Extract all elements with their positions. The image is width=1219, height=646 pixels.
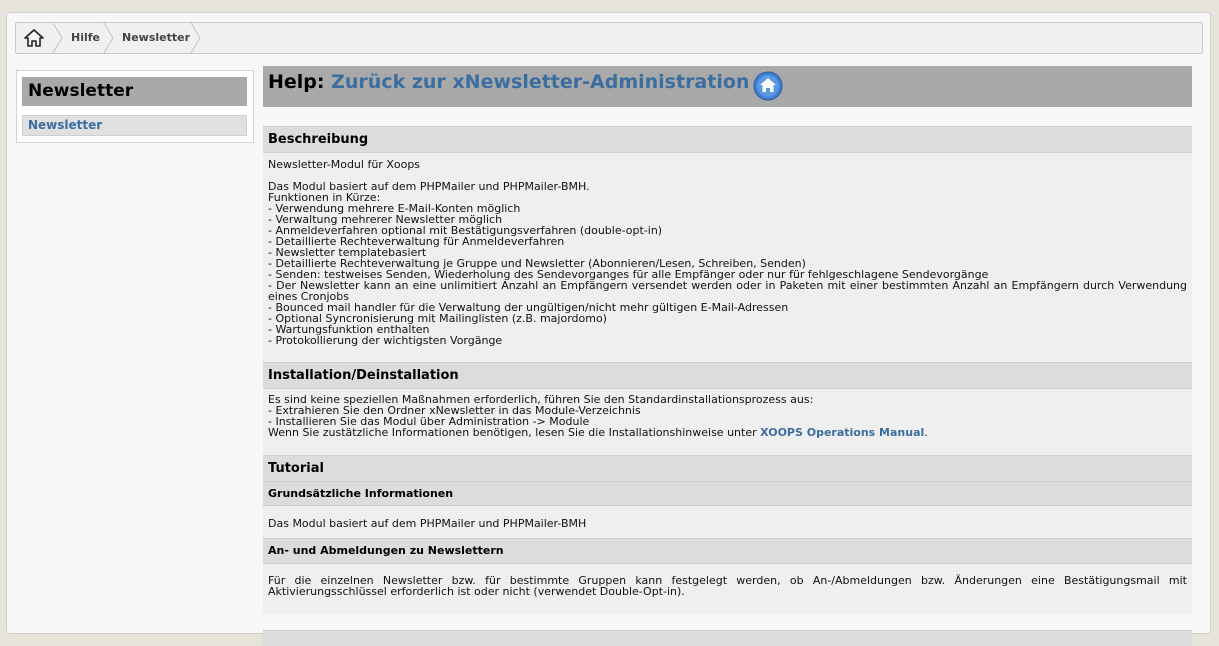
subheading-grundsaetzliche-informationen: Grundsätzliche Informationen [263,481,1192,506]
beschreibung-intro: Newsletter-Modul für Xoops [268,158,421,171]
subheading-an-abmeldungen: An- und Abmeldungen zu Newslettern [263,538,1192,564]
spacer [263,614,1192,630]
text-line: - Protokollierung der wichtigsten Vorgän… [268,334,503,347]
help-prefix: Help: [268,71,325,93]
breadcrumb-separator [103,23,114,53]
sidebar-title: Newsletter [22,77,247,106]
breadcrumb-item-newsletter[interactable]: Newsletter [122,23,190,53]
breadcrumb-item-hilfe[interactable]: Hilfe [71,23,100,53]
breadcrumb: Hilfe Newsletter [15,22,1203,54]
section-heading-next [263,630,1192,646]
sidebar-item-newsletter[interactable]: Newsletter [22,115,247,136]
installation-hint: Wenn Sie zustätzliche Informationen benö… [268,426,761,439]
back-to-admin-link[interactable]: Zurück zur xNewsletter-Administration [331,71,749,93]
home-icon[interactable] [22,27,46,49]
installation-text: Es sind keine speziellen Maßnahmen erfor… [268,394,1187,438]
sidebar: Newsletter Newsletter [16,70,254,143]
section-heading-tutorial: Tutorial [263,455,1192,482]
spacer [263,107,1192,126]
main-content: Help: Zurück zur xNewsletter-Administrat… [263,66,1192,646]
beschreibung-text: Das Modul basiert auf dem PHPMailer und … [268,181,1187,346]
tutorial-subscription-text: Für die einzelnen Newsletter bzw. für be… [268,574,1187,598]
section-heading-installation: Installation/Deinstallation [263,362,1192,389]
breadcrumb-separator [52,23,63,53]
tutorial-info-text: Das Modul basiert auf dem PHPMailer und … [268,517,587,530]
text-line: Das Modul basiert auf dem PHPMailer und … [268,180,590,193]
text-line: Wenn Sie zustätzliche Informationen benö… [268,427,1187,438]
home-circle-icon[interactable] [753,71,783,101]
section-heading-beschreibung: Beschreibung [263,126,1192,153]
help-header: Help: Zurück zur xNewsletter-Administrat… [263,66,1192,107]
text-line: - Der Newsletter kann an eine unlimitier… [268,279,1187,303]
installation-hint-end: . [924,426,928,439]
xoops-manual-link[interactable]: XOOPS Operations Manual [760,426,924,439]
page-frame: Hilfe Newsletter Newsletter Newsletter H… [6,12,1211,646]
breadcrumb-separator [190,23,201,53]
